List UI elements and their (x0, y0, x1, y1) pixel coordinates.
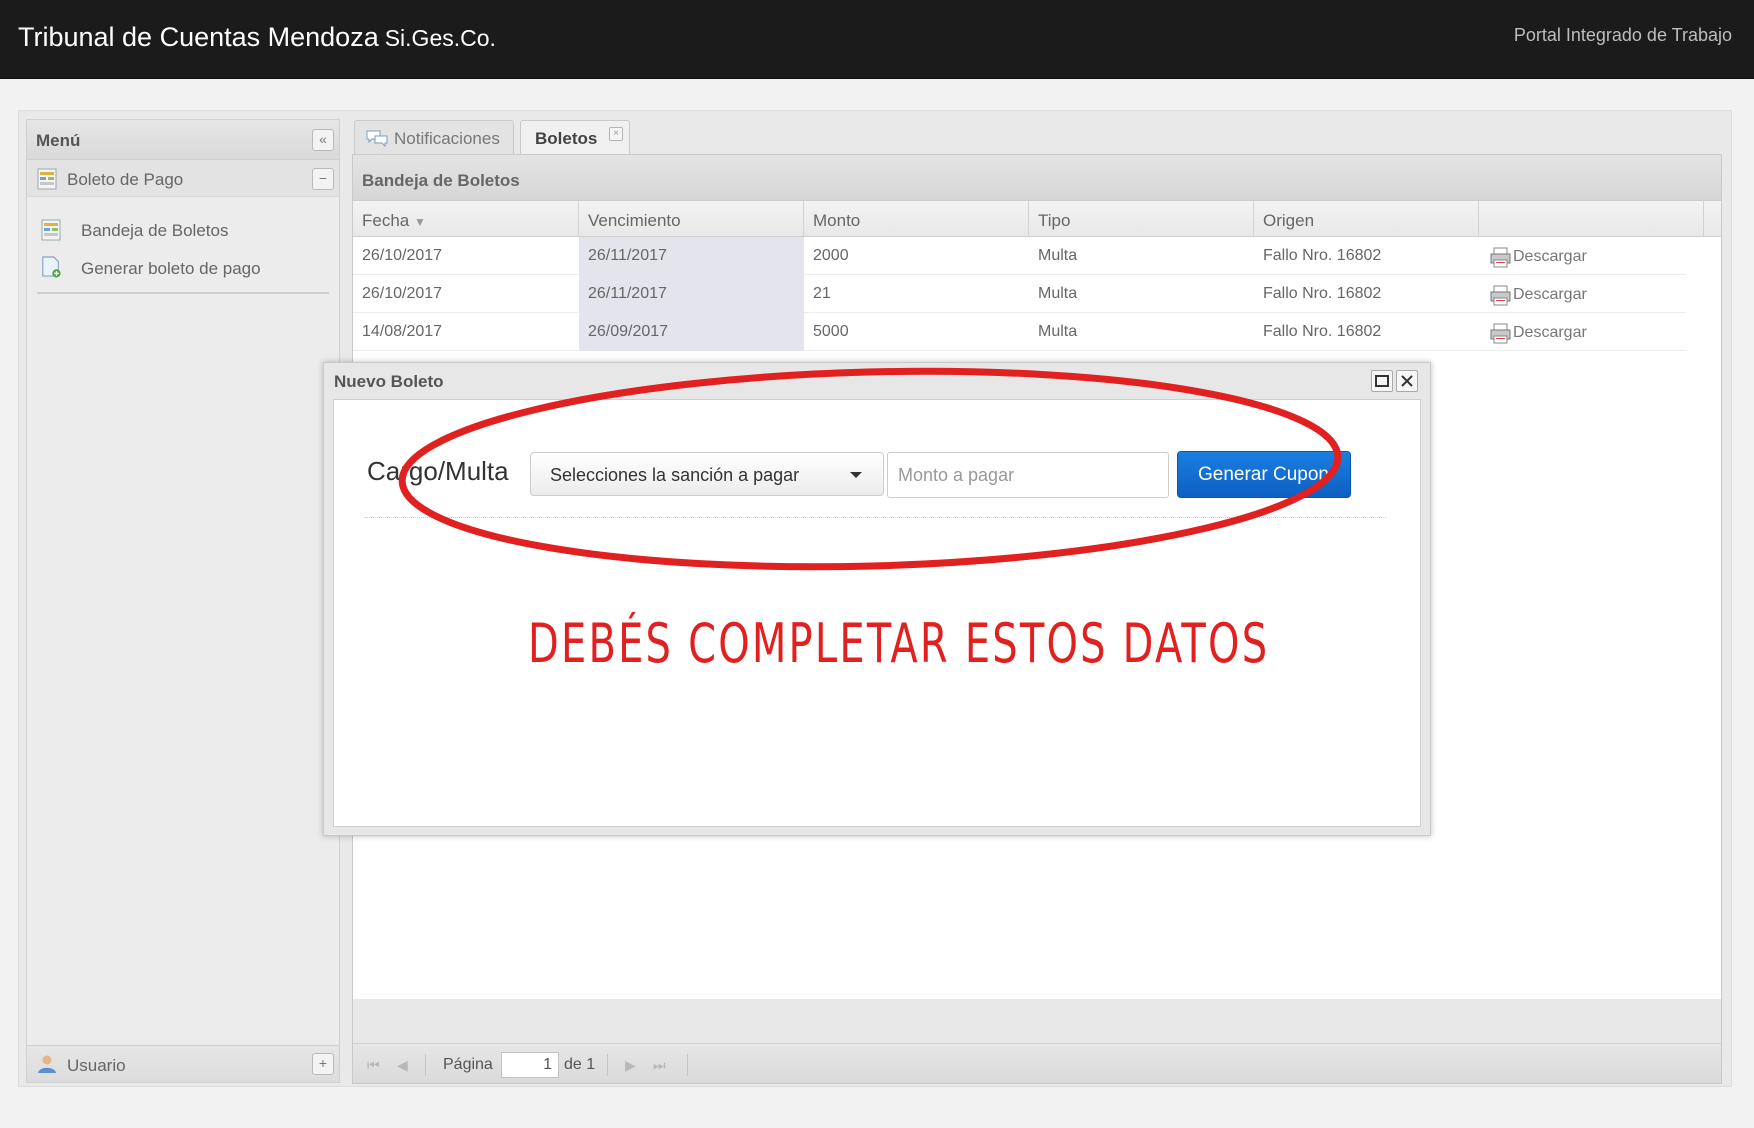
table-row[interactable]: 26/10/2017 26/11/2017 21 Multa Fallo Nro… (353, 275, 1686, 313)
maximize-icon (1375, 375, 1389, 387)
next-page-icon[interactable]: ▶ (625, 1057, 636, 1074)
column-header-monto[interactable]: Monto (804, 201, 1029, 237)
cell-origen: Fallo Nro. 16802 (1263, 323, 1382, 340)
collapse-section-button[interactable]: − (312, 168, 334, 190)
cell-monto: 5000 (813, 323, 849, 340)
grid-header: Fecha ▼ Vencimiento Monto Tipo Origen (353, 201, 1721, 237)
tab-label: Notificaciones (394, 129, 500, 148)
close-icon (1401, 375, 1413, 387)
download-label: Descargar (1513, 248, 1587, 265)
paging-separator (687, 1054, 688, 1076)
download-label: Descargar (1513, 286, 1587, 303)
column-header-origen[interactable]: Origen (1254, 201, 1479, 237)
cell-vencimiento: 26/11/2017 (579, 275, 804, 313)
document-add-icon (42, 256, 61, 278)
column-header-label: Monto (813, 211, 861, 230)
printer-icon (1490, 247, 1511, 268)
column-header-label: Tipo (1038, 211, 1071, 230)
portal-link[interactable]: Portal Integrado de Trabajo (1514, 25, 1732, 46)
tab-notificaciones[interactable]: Notificaciones (354, 120, 514, 154)
collapse-sidebar-button[interactable]: « (312, 129, 334, 151)
close-tab-button[interactable]: × (609, 127, 623, 141)
paging-separator (607, 1054, 608, 1076)
sidebar-header: Menú « (27, 120, 339, 160)
close-dialog-button[interactable] (1396, 370, 1418, 392)
page-count-label: de 1 (564, 1056, 596, 1073)
page-number-input[interactable]: 1 (501, 1052, 559, 1078)
download-link[interactable]: Descargar (1486, 237, 1676, 275)
cell-tipo: Multa (1038, 323, 1078, 340)
first-page-icon[interactable]: ⏮ (367, 1057, 380, 1074)
column-header-fecha[interactable]: Fecha ▼ (353, 201, 579, 237)
sidebar-footer-label: Usuario (67, 1056, 126, 1075)
sidebar-footer-usuario[interactable]: Usuario + (27, 1045, 339, 1082)
paging-separator (425, 1054, 426, 1076)
close-icon: × (613, 128, 619, 139)
printer-icon (1490, 285, 1511, 306)
minus-icon: − (318, 170, 328, 186)
panel-header: Bandeja de Boletos (353, 155, 1721, 201)
sidebar-section-boleto-de-pago[interactable]: Boleto de Pago − (27, 160, 339, 197)
cell-vencimiento: 26/11/2017 (579, 237, 804, 275)
page-label: Página (443, 1056, 493, 1073)
sidebar-item-label: Generar boleto de pago (81, 259, 261, 278)
cell-origen: Fallo Nro. 16802 (1263, 285, 1382, 302)
table-row[interactable]: 26/10/2017 26/11/2017 2000 Multa Fallo N… (353, 237, 1686, 275)
sidebar-divider (37, 292, 329, 294)
app-title-text: Tribunal de Cuentas Mendoza (18, 22, 379, 52)
sidebar-item-bandeja-de-boletos[interactable]: Bandeja de Boletos (41, 215, 321, 245)
panel-title: Bandeja de Boletos (362, 171, 520, 190)
grid-icon (41, 219, 61, 241)
tab-boletos[interactable]: Boletos × (520, 120, 630, 154)
column-header-label: Origen (1263, 211, 1315, 230)
download-link[interactable]: Descargar (1486, 275, 1676, 313)
plus-icon: + (318, 1055, 328, 1071)
maximize-button[interactable] (1371, 370, 1393, 392)
cell-origen: Fallo Nro. 16802 (1263, 247, 1382, 264)
double-chevron-left-icon: « (319, 131, 327, 147)
cell-fecha: 14/08/2017 (362, 323, 443, 340)
app-title: Tribunal de Cuentas Mendoza Si.Ges.Co. (18, 22, 496, 53)
annotation-text: DEBÉS COMPLETAR ESTOS DATOS (528, 612, 1270, 675)
highlight-ellipse (398, 367, 1342, 571)
last-page-icon[interactable]: ⏭ (653, 1057, 666, 1074)
user-icon (38, 1055, 56, 1073)
download-label: Descargar (1513, 324, 1587, 341)
column-header-vencimiento[interactable]: Vencimiento (579, 201, 804, 237)
cell-tipo: Multa (1038, 247, 1078, 264)
cell-vencimiento: 26/09/2017 (579, 313, 804, 351)
sidebar-section-label: Boleto de Pago (67, 170, 184, 189)
sidebar-title: Menú (36, 131, 81, 150)
sort-desc-icon: ▼ (413, 215, 426, 229)
sidebar-menu: Menú « Boleto de Pago − Bandeja de Bolet… (26, 119, 340, 1083)
cell-monto: 2000 (813, 247, 849, 264)
sidebar-item-label: Bandeja de Boletos (81, 221, 229, 240)
sidebar-item-generar-boleto[interactable]: Generar boleto de pago (41, 253, 321, 283)
paging-toolbar: ⏮ ◀ Página 1 de 1 ▶ ⏭ (353, 1043, 1721, 1083)
column-header-label: Vencimiento (588, 211, 681, 230)
expand-usuario-button[interactable]: + (312, 1053, 334, 1075)
cell-monto: 21 (813, 285, 831, 302)
app-root: Tribunal de Cuentas Mendoza Si.Ges.Co. Po… (0, 0, 1754, 1128)
app-title-suffix: Si.Ges.Co. (384, 25, 496, 51)
cell-tipo: Multa (1038, 285, 1078, 302)
cell-fecha: 26/10/2017 (362, 247, 443, 264)
form-icon (37, 168, 57, 190)
column-header-tipo[interactable]: Tipo (1029, 201, 1254, 237)
top-bar: Tribunal de Cuentas Mendoza Si.Ges.Co. Po… (0, 0, 1754, 79)
previous-page-icon[interactable]: ◀ (397, 1057, 408, 1074)
column-header-actions (1479, 201, 1704, 237)
tab-label: Boletos (535, 129, 598, 148)
download-link[interactable]: Descargar (1486, 313, 1676, 351)
table-row[interactable]: 14/08/2017 26/09/2017 5000 Multa Fallo N… (353, 313, 1686, 351)
cell-fecha: 26/10/2017 (362, 285, 443, 302)
printer-icon (1490, 323, 1511, 344)
chat-bubbles-icon (366, 130, 388, 147)
column-header-label: Fecha ▼ (362, 211, 426, 230)
